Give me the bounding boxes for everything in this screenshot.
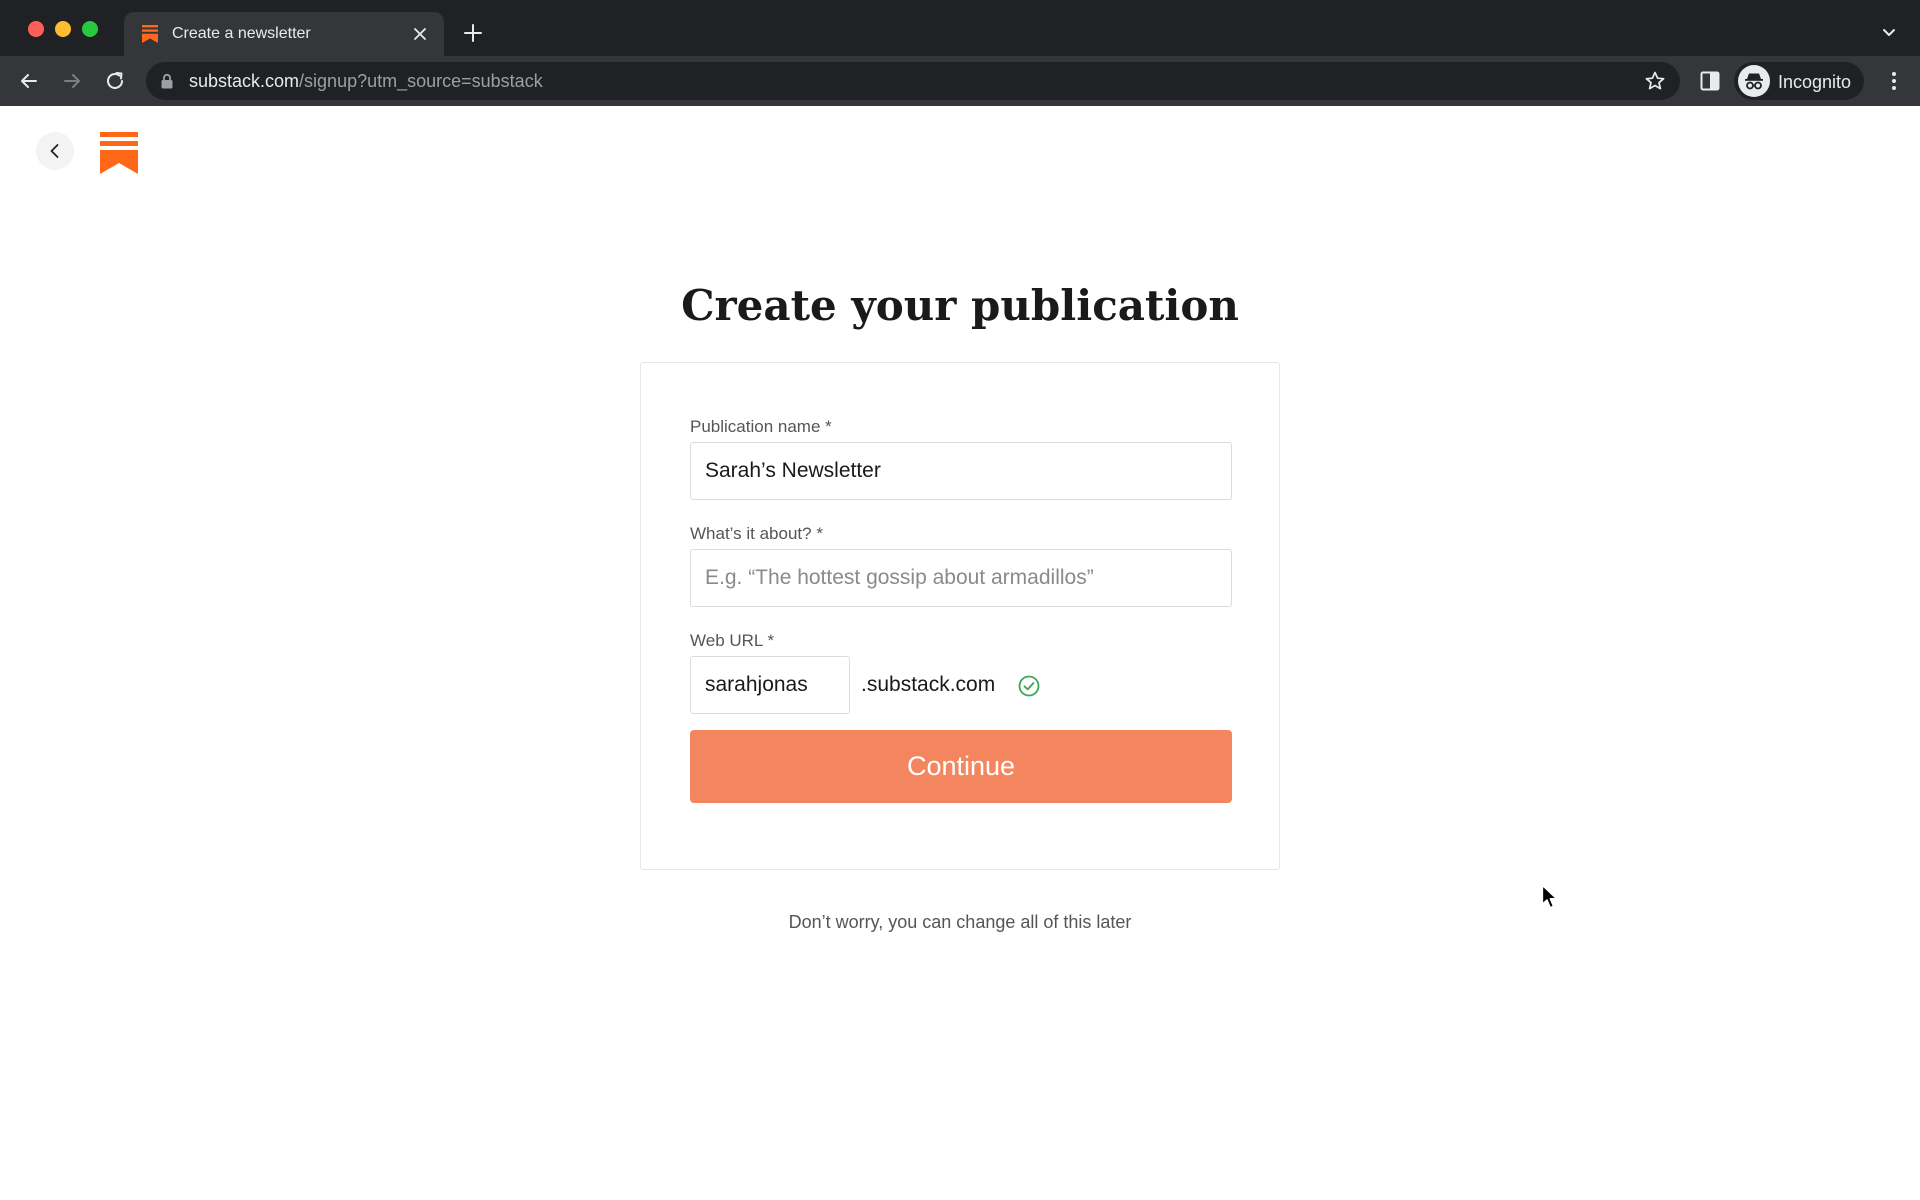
url-host: substack.com (189, 71, 300, 91)
side-panel-icon[interactable] (1698, 69, 1722, 93)
back-button[interactable] (36, 132, 74, 170)
about-label: What’s it about? * (690, 524, 823, 543)
web-url-label: Web URL * (690, 631, 775, 650)
chevron-down-icon[interactable] (1880, 24, 1898, 42)
address-bar[interactable]: substack.com/signup?utm_source=substack (146, 62, 1680, 100)
continue-button[interactable]: Continue (690, 730, 1232, 803)
incognito-icon (1738, 65, 1770, 97)
browser-tab[interactable]: Create a newsletter (124, 12, 444, 56)
check-circle-icon (1018, 675, 1040, 697)
publication-form-card: Publication name * What’s it about? * We… (640, 362, 1280, 870)
forward-arrow-icon[interactable] (59, 68, 85, 94)
reload-icon[interactable] (102, 68, 128, 94)
close-window-button[interactable] (28, 21, 44, 37)
substack-favicon-icon (142, 25, 158, 43)
browser-toolbar: substack.com/signup?utm_source=substack … (0, 56, 1920, 106)
publication-name-input[interactable] (690, 442, 1232, 500)
mouse-cursor-icon (1541, 884, 1557, 909)
footnote-text: Don’t worry, you can change all of this … (788, 912, 1132, 932)
about-input[interactable] (690, 549, 1232, 607)
back-arrow-icon[interactable] (16, 68, 42, 94)
browser-tab-bar: Create a newsletter (0, 0, 1920, 56)
incognito-label: Incognito (1778, 72, 1852, 92)
lock-icon[interactable] (160, 73, 174, 89)
chevron-left-icon (50, 144, 59, 158)
new-tab-icon[interactable] (462, 22, 484, 44)
minimize-window-button[interactable] (55, 21, 71, 37)
incognito-profile-button[interactable]: Incognito (1734, 62, 1864, 100)
bookmark-star-icon[interactable] (1644, 70, 1666, 92)
web-url-input[interactable] (690, 656, 850, 714)
kebab-menu-icon[interactable] (1882, 69, 1906, 93)
tab-title: Create a newsletter (172, 25, 311, 42)
url-text: substack.com/signup?utm_source=substack (189, 71, 543, 91)
substack-logo-icon[interactable] (100, 132, 138, 174)
page-title: Create your publication (681, 281, 1239, 330)
close-icon[interactable] (410, 24, 430, 44)
web-url-suffix: .substack.com (861, 673, 996, 696)
maximize-window-button[interactable] (82, 21, 98, 37)
url-path: /signup?utm_source=substack (299, 71, 543, 91)
publication-name-label: Publication name * (690, 417, 832, 436)
